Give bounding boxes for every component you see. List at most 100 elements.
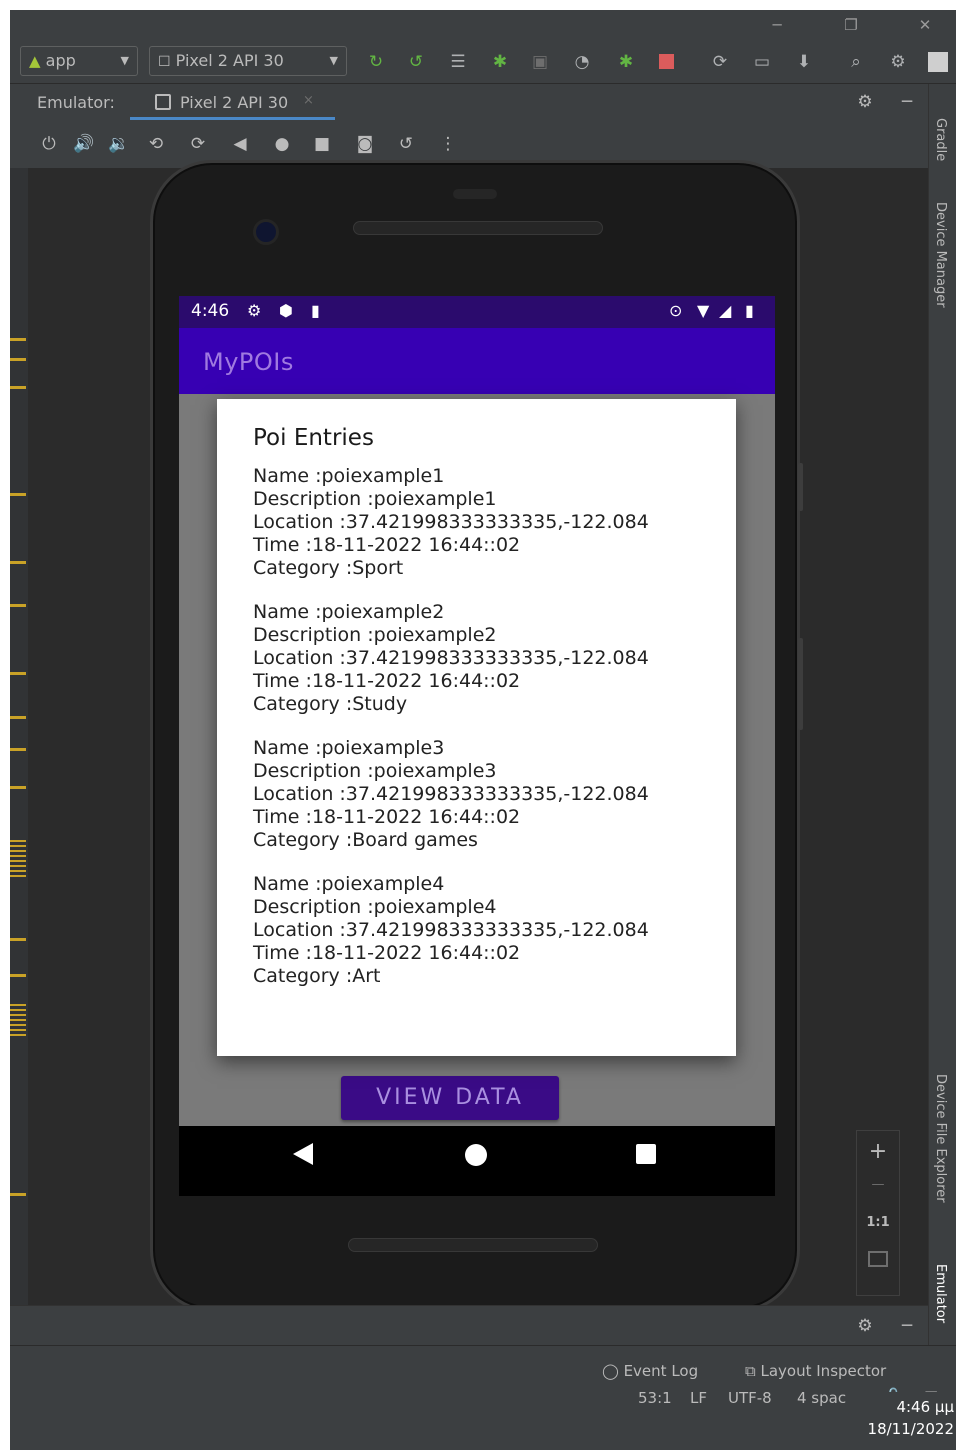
settings-icon[interactable]: ⚙ bbox=[853, 1314, 877, 1338]
tab-label: Pixel 2 API 30 bbox=[180, 93, 289, 112]
marker bbox=[10, 604, 26, 607]
poi-description: Description :poiexample1 bbox=[253, 488, 497, 510]
poi-name: Name :poiexample4 bbox=[253, 873, 445, 895]
status-bar: ◯ Event Log ⧉ Layout Inspector 53:1 LF U… bbox=[10, 1345, 956, 1450]
android-status-bar: 4:46 ⚙ ⬢ ▮ ⊙ ▼ ◢ ▮ bbox=[179, 296, 775, 328]
poi-description: Description :poiexample3 bbox=[253, 760, 497, 782]
file-encoding[interactable]: UTF-8 bbox=[728, 1389, 772, 1407]
tab-pixel-2-api-30[interactable]: Pixel 2 API 30 × bbox=[130, 84, 335, 120]
poi-time: Time :18-11-2022 16:44::02 bbox=[253, 534, 521, 556]
zoom-in-button[interactable]: + bbox=[857, 1139, 899, 1164]
apply-code-changes-icon[interactable]: ↺ bbox=[404, 50, 428, 74]
clock-date: 18/11/2022 bbox=[867, 1420, 954, 1438]
settings-icon[interactable]: ⚙ bbox=[886, 50, 910, 74]
poi-location: Location :37.421998333333335,-122.084 bbox=[253, 919, 649, 941]
marker bbox=[10, 386, 26, 389]
list-item: Name :poiexample3 Description :poiexampl… bbox=[253, 737, 723, 852]
snapshot-icon[interactable]: ↺ bbox=[394, 132, 418, 156]
volume-down-icon[interactable]: 🔉 bbox=[107, 132, 131, 156]
module-label: app bbox=[45, 51, 76, 70]
status-time: 4:46 bbox=[191, 301, 230, 321]
settings-icon[interactable]: ⚙ bbox=[853, 90, 877, 114]
cursor-position[interactable]: 53:1 bbox=[638, 1389, 672, 1407]
right-tool-strip: Gradle Device Manager Device File Explor… bbox=[928, 84, 956, 1354]
device-manager-icon[interactable]: ▭ bbox=[750, 50, 774, 74]
zoom-panel: + — 1:1 bbox=[856, 1130, 900, 1296]
poi-time: Time :18-11-2022 16:44::02 bbox=[253, 942, 521, 964]
hide-panel-icon[interactable]: ─ bbox=[895, 1314, 919, 1338]
android-icon: ▲ bbox=[29, 52, 41, 70]
proximity-sensor bbox=[453, 189, 497, 199]
restore-icon[interactable]: ❐ bbox=[836, 14, 866, 36]
nav-recents-icon[interactable] bbox=[636, 1144, 656, 1164]
apply-changes-icon[interactable]: ↻ bbox=[364, 50, 388, 74]
layout-inspector-button[interactable]: ⧉ Layout Inspector bbox=[745, 1362, 886, 1380]
emulator-tool-tab[interactable]: Emulator bbox=[933, 1264, 948, 1323]
device-manager-tool-tab[interactable]: Device Manager bbox=[933, 202, 948, 308]
bottom-tool-bar: ⚙ ─ bbox=[10, 1305, 928, 1345]
device-file-explorer-tool-tab[interactable]: Device File Explorer bbox=[933, 1074, 948, 1203]
event-log-label: Event Log bbox=[623, 1362, 699, 1380]
attach-icon[interactable]: ▣ bbox=[528, 50, 552, 74]
close-window-icon[interactable]: ✕ bbox=[910, 14, 940, 36]
marker bbox=[10, 358, 26, 361]
list-item: Name :poiexample1 Description :poiexampl… bbox=[253, 465, 723, 580]
chevron-down-icon: ▼ bbox=[120, 54, 129, 67]
hide-panel-icon[interactable]: ─ bbox=[895, 90, 919, 114]
back-icon[interactable]: ◀ bbox=[228, 132, 252, 156]
stop-icon[interactable] bbox=[654, 50, 678, 74]
device-select[interactable]: ☐ Pixel 2 API 30 ▼ bbox=[149, 46, 347, 76]
rotate-left-icon[interactable]: ⟲ bbox=[144, 132, 168, 156]
front-camera bbox=[253, 219, 279, 245]
marker bbox=[10, 716, 26, 719]
sync-icon[interactable]: ⟳ bbox=[708, 50, 732, 74]
power-icon[interactable]: ⏻ bbox=[37, 132, 61, 156]
overview-icon[interactable]: ■ bbox=[310, 132, 334, 156]
minimize-icon[interactable]: ─ bbox=[762, 14, 792, 36]
marker bbox=[10, 840, 26, 880]
poi-description: Description :poiexample4 bbox=[253, 896, 497, 918]
marker bbox=[10, 493, 26, 496]
search-icon[interactable]: ⌕ bbox=[844, 50, 868, 74]
debug-attach-icon[interactable]: ✱ bbox=[614, 50, 638, 74]
zoom-one-to-one-button[interactable]: 1:1 bbox=[857, 1215, 899, 1230]
debug-icon[interactable]: ✱ bbox=[488, 50, 512, 74]
battery-icon: ▮ bbox=[745, 301, 754, 320]
poi-location: Location :37.421998333333335,-122.084 bbox=[253, 647, 649, 669]
poi-category: Category :Sport bbox=[253, 557, 404, 579]
line-separator[interactable]: LF bbox=[690, 1389, 707, 1407]
app-content-scrim: VIEW DATA Poi Entries Name :poiexample1 … bbox=[179, 394, 775, 1126]
layout-inspector-icon: ⧉ bbox=[745, 1362, 756, 1380]
profile-icon[interactable]: ◔ bbox=[570, 50, 594, 74]
more-icon[interactable]: ⋮ bbox=[436, 132, 460, 156]
run-configuration-select[interactable]: ▲ app ▼ bbox=[20, 46, 138, 76]
poi-name: Name :poiexample2 bbox=[253, 601, 445, 623]
poi-location: Location :37.421998333333335,-122.084 bbox=[253, 783, 649, 805]
play-protect-icon: ⬢ bbox=[279, 301, 293, 320]
poi-category: Category :Art bbox=[253, 965, 381, 987]
volume-up-icon[interactable]: 🔊 bbox=[72, 132, 96, 156]
nav-back-icon[interactable] bbox=[293, 1143, 313, 1165]
close-tab-icon[interactable]: × bbox=[303, 93, 314, 108]
nav-home-icon[interactable] bbox=[465, 1144, 487, 1166]
sd-card-icon: ▮ bbox=[311, 301, 320, 320]
device-screen[interactable]: 4:46 ⚙ ⬢ ▮ ⊙ ▼ ◢ ▮ MyPOIs VIEW DATA Poi … bbox=[179, 296, 775, 1126]
clock-time: 4:46 μμ bbox=[896, 1398, 954, 1416]
rotate-right-icon[interactable]: ⟳ bbox=[186, 132, 210, 156]
sdk-manager-icon[interactable]: ⬇ bbox=[792, 50, 816, 74]
account-icon[interactable] bbox=[926, 50, 950, 74]
view-data-button[interactable]: VIEW DATA bbox=[341, 1076, 559, 1120]
taskbar-clock[interactable]: 4:46 μμ 18/11/2022 bbox=[846, 1392, 956, 1450]
logcat-icon[interactable]: ☰ bbox=[446, 50, 470, 74]
wifi-icon: ▼ bbox=[697, 301, 710, 320]
list-item: Name :poiexample2 Description :poiexampl… bbox=[253, 601, 723, 716]
dialog-title: Poi Entries bbox=[253, 425, 374, 451]
screenshot-icon[interactable]: ◙ bbox=[353, 132, 377, 156]
gradle-tool-tab[interactable]: Gradle bbox=[933, 118, 948, 161]
poi-entries-list: Name :poiexample1 Description :poiexampl… bbox=[253, 465, 723, 1009]
fit-screen-icon[interactable] bbox=[857, 1251, 899, 1271]
home-icon[interactable]: ● bbox=[270, 132, 294, 156]
event-log-button[interactable]: ◯ Event Log bbox=[602, 1362, 698, 1380]
zoom-out-button[interactable]: — bbox=[857, 1177, 899, 1192]
marker bbox=[10, 938, 26, 941]
